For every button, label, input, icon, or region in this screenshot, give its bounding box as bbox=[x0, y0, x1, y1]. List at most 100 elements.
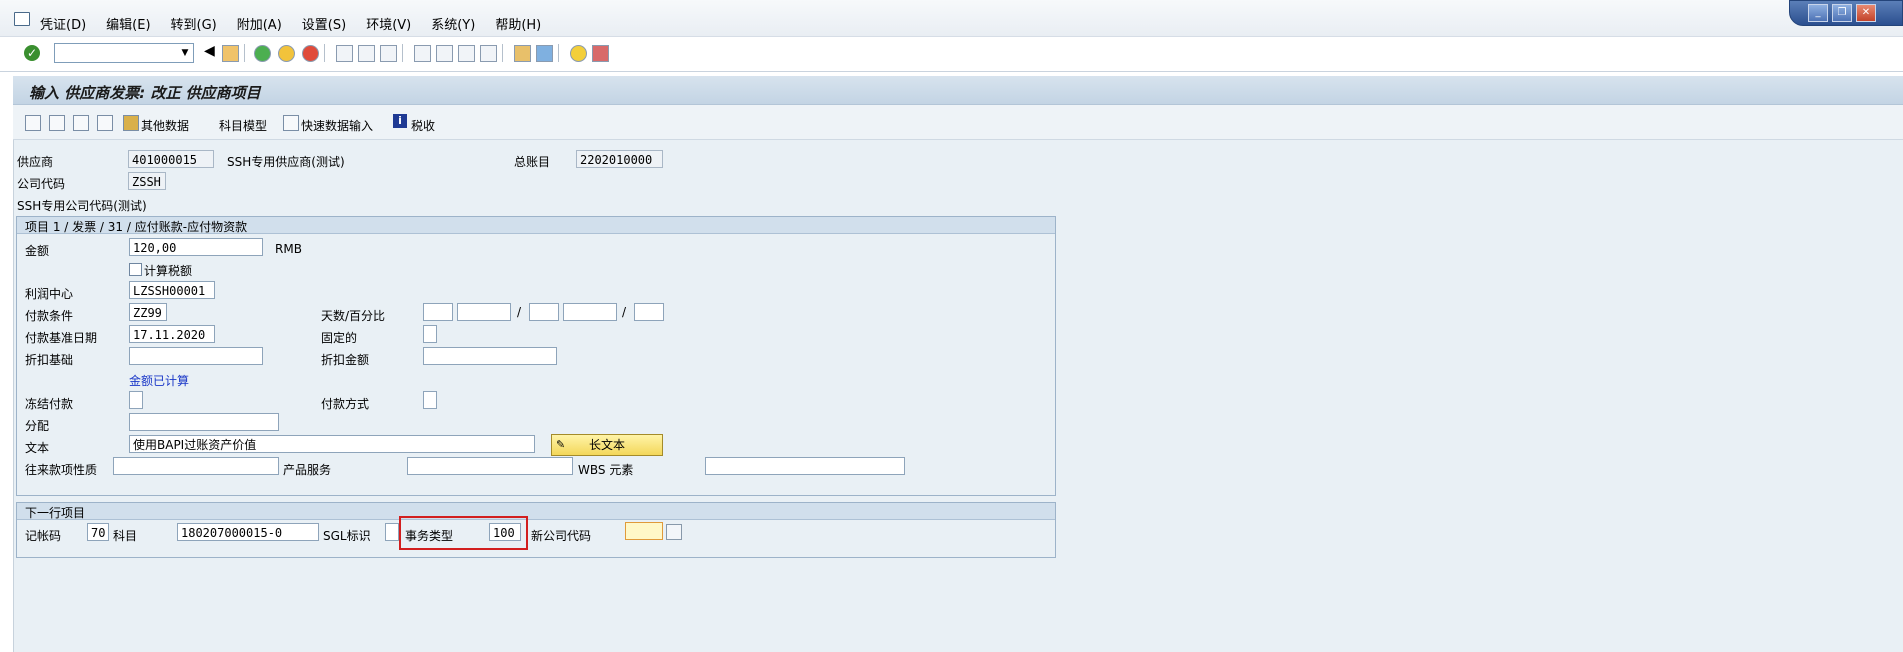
restore-icon[interactable]: ❐ bbox=[1832, 4, 1852, 22]
next-line-group-header: 下一行项目 bbox=[17, 503, 1055, 520]
close-icon[interactable]: ✕ bbox=[1856, 4, 1876, 22]
back-icon[interactable] bbox=[254, 45, 271, 62]
shortcut-icon[interactable] bbox=[536, 45, 553, 62]
cancel-icon[interactable] bbox=[302, 45, 319, 62]
assignment-field[interactable] bbox=[129, 413, 279, 431]
profit-center-field[interactable]: LZSSH00001 bbox=[129, 281, 215, 299]
value-help-icon[interactable] bbox=[666, 524, 682, 540]
item-group-title: 项目 1 / 发票 / 31 / 应付账款-应付物资款 bbox=[25, 220, 248, 234]
menu-extras[interactable]: 附加(A) bbox=[237, 14, 282, 33]
percent-2-field[interactable] bbox=[563, 303, 617, 321]
assignment-label: 分配 bbox=[25, 419, 50, 433]
find-icon[interactable] bbox=[358, 45, 375, 62]
profit-center-label: 利润中心 bbox=[25, 287, 74, 301]
text-field[interactable]: 使用BAPI过账资产价值 bbox=[129, 435, 535, 453]
menu-goto[interactable]: 转到(G) bbox=[171, 14, 217, 33]
copy-icon[interactable] bbox=[97, 115, 113, 131]
payment-method-field[interactable] bbox=[423, 391, 437, 409]
wbs-element-field[interactable] bbox=[705, 457, 905, 475]
help-icon[interactable] bbox=[570, 45, 587, 62]
menu-settings[interactable]: 设置(S) bbox=[302, 14, 346, 33]
fixed-field[interactable] bbox=[423, 325, 437, 343]
fixed-label: 固定的 bbox=[321, 331, 358, 345]
sgl-indicator-field[interactable] bbox=[385, 523, 399, 541]
next-page-icon[interactable] bbox=[458, 45, 475, 62]
company-code-label: 公司代码 bbox=[17, 177, 66, 191]
menu-edit[interactable]: 编辑(E) bbox=[106, 14, 150, 33]
other-data-button[interactable]: 其他数据 bbox=[141, 117, 189, 134]
days-net-field[interactable] bbox=[634, 303, 664, 321]
trading-nature-field[interactable] bbox=[113, 457, 279, 475]
fast-entry-icon[interactable] bbox=[283, 115, 299, 131]
next-line-group-title: 下一行项目 bbox=[25, 506, 86, 520]
vendor-label: 供应商 bbox=[17, 155, 54, 169]
company-code-field[interactable]: ZSSH bbox=[128, 172, 166, 190]
currency-text: RMB bbox=[275, 242, 302, 256]
vendor-field[interactable]: 401000015 bbox=[128, 150, 214, 168]
application-toolbar: 其他数据 科目模型 快速数据输入 i 税收 bbox=[13, 105, 1903, 140]
page-title: 输入 供应商发票: 改正 供应商项目 bbox=[29, 84, 261, 102]
item-group-box: 项目 1 / 发票 / 31 / 应付账款-应付物资款 金额 120,00 RM… bbox=[16, 216, 1056, 496]
payment-terms-field[interactable]: ZZ99 bbox=[129, 303, 167, 321]
tax-info-icon[interactable]: i bbox=[393, 114, 407, 128]
minimize-icon[interactable]: _ bbox=[1808, 4, 1828, 22]
calculate-tax-checkbox[interactable] bbox=[129, 263, 142, 276]
long-text-label: 长文本 bbox=[588, 438, 625, 452]
other-data-icon[interactable] bbox=[123, 115, 139, 131]
product-service-label: 产品服务 bbox=[283, 463, 332, 477]
enter-check-icon[interactable]: ✓ bbox=[24, 45, 40, 61]
amount-calculated-text: 金额已计算 bbox=[129, 374, 190, 388]
company-name: SSH专用公司代码(测试) bbox=[17, 199, 147, 213]
new-company-code-field[interactable] bbox=[625, 522, 663, 540]
days-2-field[interactable] bbox=[529, 303, 559, 321]
account-model-button[interactable]: 科目模型 bbox=[219, 117, 267, 134]
wbs-element-label: WBS 元素 bbox=[578, 463, 634, 477]
save-icon[interactable] bbox=[222, 45, 239, 62]
pencil-icon: ✎ bbox=[556, 438, 566, 451]
posting-key-field[interactable]: 70 bbox=[87, 523, 109, 541]
payment-block-field[interactable] bbox=[129, 391, 143, 409]
layout-icon[interactable] bbox=[592, 45, 609, 62]
save-document-icon[interactable] bbox=[49, 115, 65, 131]
long-text-button[interactable]: ✎ 长文本 bbox=[551, 434, 663, 456]
print-icon[interactable] bbox=[336, 45, 353, 62]
payment-block-label: 冻结付款 bbox=[25, 397, 74, 411]
gl-account-field[interactable]: 2202010000 bbox=[576, 150, 663, 168]
menu-help[interactable]: 帮助(H) bbox=[495, 14, 541, 33]
tax-button[interactable]: 税收 bbox=[411, 117, 435, 134]
highlight-annotation bbox=[399, 516, 528, 550]
first-page-icon[interactable] bbox=[414, 45, 431, 62]
percent-1-field[interactable] bbox=[457, 303, 511, 321]
new-company-code-label: 新公司代码 bbox=[531, 529, 592, 543]
item-group-header: 项目 1 / 发票 / 31 / 应付账款-应付物资款 bbox=[17, 217, 1055, 234]
days-1-field[interactable] bbox=[423, 303, 453, 321]
person-icon[interactable] bbox=[25, 115, 41, 131]
menu-environment[interactable]: 环境(V) bbox=[366, 14, 411, 33]
gl-account-label: 总账目 bbox=[514, 155, 551, 169]
system-menu-icon[interactable] bbox=[14, 12, 30, 26]
amount-field[interactable]: 120,00 bbox=[129, 238, 263, 256]
window-controls: _ ❐ ✕ bbox=[1789, 0, 1903, 26]
previous-page-icon[interactable] bbox=[436, 45, 453, 62]
posting-key-label: 记帐码 bbox=[25, 529, 62, 543]
discount-base-field[interactable] bbox=[129, 347, 263, 365]
command-field[interactable]: ▼ bbox=[54, 43, 194, 63]
baseline-date-label: 付款基准日期 bbox=[25, 331, 98, 345]
product-service-field[interactable] bbox=[407, 457, 573, 475]
last-page-icon[interactable] bbox=[480, 45, 497, 62]
menu-system[interactable]: 系统(Y) bbox=[431, 14, 475, 33]
park-document-icon[interactable] bbox=[73, 115, 89, 131]
account-field[interactable]: 180207000015-0 bbox=[177, 523, 319, 541]
back-triangle-icon[interactable]: ◀ bbox=[204, 43, 215, 59]
standard-toolbar: ✓ ▼ ◀ bbox=[0, 37, 1903, 72]
exit-icon[interactable] bbox=[278, 45, 295, 62]
vendor-name: SSH专用供应商(测试) bbox=[227, 155, 345, 169]
chevron-down-icon[interactable]: ▼ bbox=[177, 44, 193, 62]
fast-entry-button[interactable]: 快速数据输入 bbox=[301, 117, 373, 134]
baseline-date-field[interactable]: 17.11.2020 bbox=[129, 325, 215, 343]
menu-voucher[interactable]: 凭证(D) bbox=[40, 14, 86, 33]
create-session-icon[interactable] bbox=[514, 45, 531, 62]
find-next-icon[interactable] bbox=[380, 45, 397, 62]
discount-base-label: 折扣基础 bbox=[25, 353, 74, 367]
discount-amount-field[interactable] bbox=[423, 347, 557, 365]
